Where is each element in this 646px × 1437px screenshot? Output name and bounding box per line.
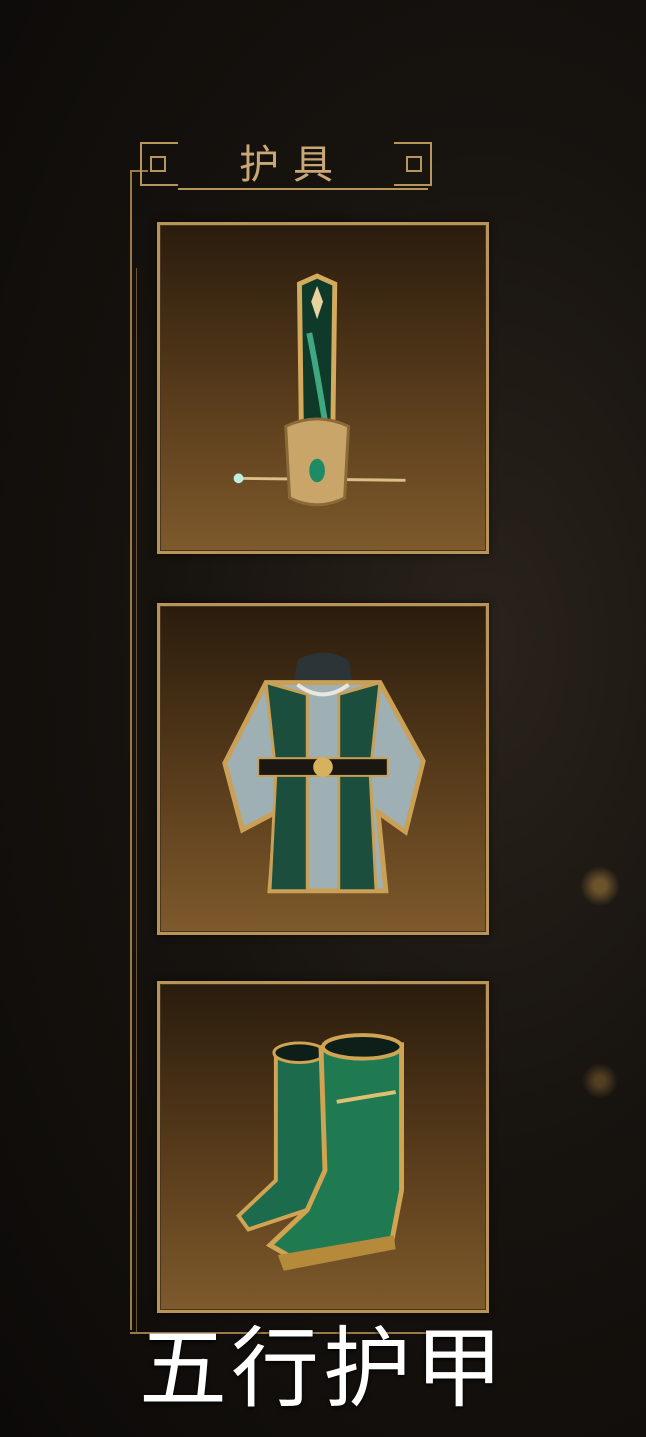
title-ornament-left: [140, 142, 178, 186]
title-ornament-right: [394, 142, 432, 186]
background-lights: [560, 860, 640, 1120]
frame-border-inner: [136, 268, 137, 1334]
equipment-slot-bracer[interactable]: [157, 222, 489, 554]
section-title: 护具: [239, 142, 347, 188]
item-set-caption: 五行护甲: [138, 1317, 507, 1420]
robe-armor-icon: [222, 652, 426, 894]
equipment-slot-boots[interactable]: [157, 981, 489, 1313]
frame-border-left: [130, 170, 132, 1330]
equipment-slot-robe[interactable]: [157, 603, 489, 935]
boots-icon: [235, 1033, 405, 1271]
bracer-icon: [233, 273, 406, 507]
